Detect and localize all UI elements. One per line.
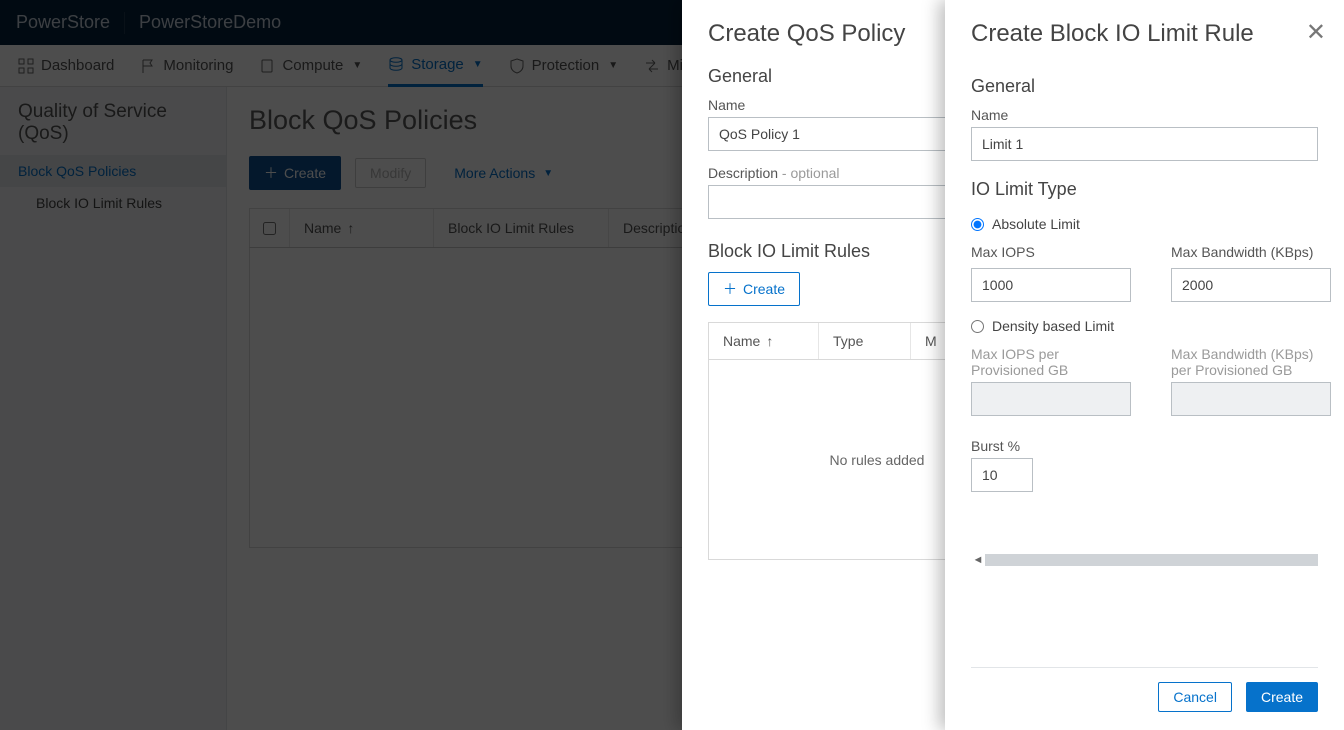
rule-name-input[interactable] bbox=[971, 127, 1318, 161]
max-iops-input[interactable] bbox=[971, 268, 1131, 302]
scroll-left-icon[interactable]: ◄ bbox=[971, 554, 985, 566]
max-iops-gb-label: Max IOPS per Provisioned GB bbox=[971, 346, 1131, 378]
close-icon[interactable]: ✕ bbox=[1306, 18, 1326, 47]
density-limit-radio-input[interactable] bbox=[971, 320, 984, 333]
absolute-limit-radio[interactable]: Absolute Limit bbox=[971, 216, 1318, 232]
create-rule-button[interactable]: ＋ Create bbox=[708, 272, 800, 306]
max-bw-gb-label: Max Bandwidth (KBps) per Provisioned GB bbox=[1171, 346, 1331, 378]
io-limit-type-heading: IO Limit Type bbox=[971, 179, 1318, 200]
sort-asc-icon: ↑ bbox=[766, 333, 773, 349]
cancel-button[interactable]: Cancel bbox=[1158, 682, 1232, 712]
plus-icon: ＋ bbox=[723, 279, 737, 299]
max-bandwidth-input[interactable] bbox=[1171, 268, 1331, 302]
absolute-limit-radio-input[interactable] bbox=[971, 218, 984, 231]
create-io-limit-rule-panel: ✕ Create Block IO Limit Rule General Nam… bbox=[945, 0, 1344, 730]
max-bandwidth-label: Max Bandwidth (KBps) bbox=[1171, 244, 1331, 260]
section-general: General bbox=[971, 76, 1318, 97]
panel-footer: Cancel Create bbox=[971, 667, 1318, 730]
scroll-track[interactable] bbox=[985, 554, 1318, 566]
create-button[interactable]: Create bbox=[1246, 682, 1318, 712]
panel-title: Create Block IO Limit Rule bbox=[971, 20, 1318, 48]
horizontal-scrollbar[interactable]: ◄ bbox=[971, 552, 1318, 568]
col-name[interactable]: Name↑ bbox=[709, 323, 819, 359]
max-bw-gb-input bbox=[1171, 382, 1331, 416]
burst-input[interactable] bbox=[971, 458, 1033, 492]
col-type[interactable]: Type bbox=[819, 323, 911, 359]
rules-empty-text: No rules added bbox=[830, 452, 925, 468]
burst-label: Burst % bbox=[971, 438, 1318, 454]
max-iops-gb-input bbox=[971, 382, 1131, 416]
create-rule-label: Create bbox=[743, 281, 785, 297]
max-iops-label: Max IOPS bbox=[971, 244, 1131, 260]
name-label: Name bbox=[971, 107, 1318, 123]
density-limit-radio[interactable]: Density based Limit bbox=[971, 318, 1318, 334]
